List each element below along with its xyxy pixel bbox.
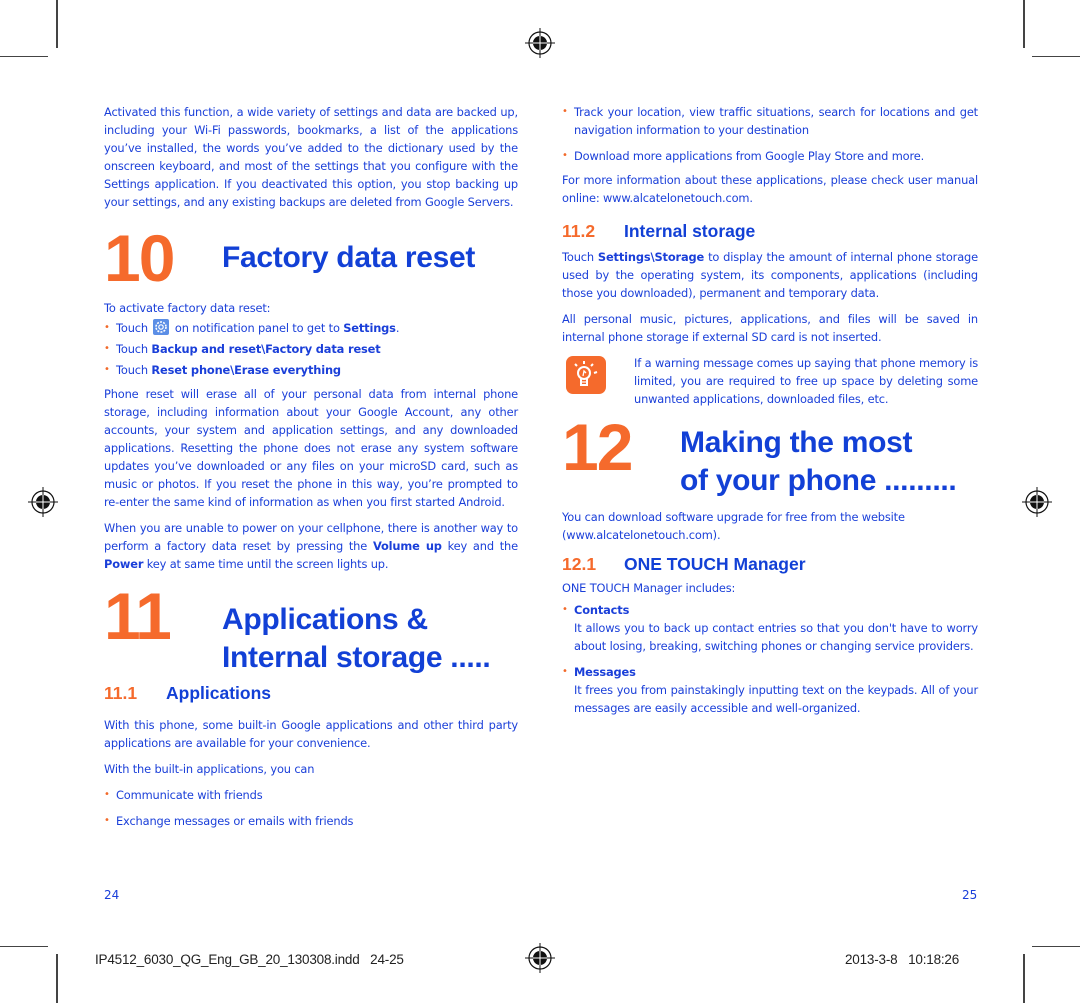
registration-mark-icon: [1022, 487, 1052, 517]
registration-mark-icon: [28, 487, 58, 517]
chapter-number: 11: [104, 579, 172, 653]
left-page: Activated this function, a wide variety …: [104, 103, 518, 834]
hard-reset-paragraph: When you are unable to power on your cel…: [104, 521, 518, 571]
feature-title: Contacts: [562, 601, 978, 619]
intro-paragraph: Activated this function, a wide variety …: [104, 105, 518, 209]
crop-mark: [1023, 954, 1025, 1003]
chapter-number: 10: [104, 221, 175, 295]
factory-reset-lead: To activate factory data reset:: [104, 301, 271, 315]
right-page: Track your location, view traffic situat…: [562, 103, 978, 725]
section-11-2-heading: 11.2 Internal storage: [562, 221, 756, 241]
step-item: Touch Reset phone\Erase everything: [104, 361, 518, 379]
upgrade-paragraph: You can download software upgrade for fr…: [562, 510, 905, 542]
tip-box: If a warning message comes up saying tha…: [562, 354, 978, 408]
more-info-paragraph: For more information about these applica…: [562, 173, 978, 205]
manager-lead: ONE TOUCH Manager includes:: [562, 581, 736, 595]
reset-paragraph: Phone reset will erase all of your perso…: [104, 387, 518, 509]
page-number-left: 24: [104, 888, 120, 902]
registration-mark-icon: [525, 943, 555, 973]
settings-gear-icon: [153, 319, 170, 335]
list-item: Track your location, view traffic situat…: [562, 103, 978, 139]
builtin-apps-lead: With the built-in applications, you can: [104, 762, 315, 776]
slug-filename: IP4512_6030_QG_Eng_GB_20_130308.indd 24-…: [95, 952, 404, 967]
chapter-number: 12: [562, 410, 633, 484]
crop-mark: [1032, 56, 1080, 57]
step-item: Touch on notification panel to get to Se…: [104, 319, 518, 337]
list-item: Download more applications from Google P…: [562, 147, 978, 165]
lightbulb-tip-icon: [566, 356, 606, 394]
crop-mark: [1023, 0, 1025, 48]
registration-mark-icon: [525, 28, 555, 58]
applications-paragraph: With this phone, some built-in Google ap…: [104, 718, 518, 750]
chapter-title-line2: of your phone .........: [680, 464, 957, 497]
slug-timestamp: 2013-3-8 10:18:26: [845, 952, 960, 967]
list-item: Communicate with friends: [104, 786, 518, 804]
chapter-title-line2: Internal storage .....: [222, 641, 491, 674]
chapter-11-heading: 11 Applications & Internal storage .....: [104, 581, 518, 681]
step-item: Touch Backup and reset\Factory data rese…: [104, 340, 518, 358]
chapter-12-heading: 12 Making the most of your phone .......…: [562, 410, 978, 510]
storage-paragraph-2: All personal music, pictures, applicatio…: [562, 312, 978, 344]
crop-mark: [56, 0, 58, 48]
section-12-1-heading: 12.1 ONE TOUCH Manager: [562, 554, 806, 574]
storage-paragraph: Touch Settings\Storage to display the am…: [562, 250, 978, 300]
chapter-title-line1: Applications &: [222, 603, 428, 636]
tip-text: If a warning message comes up saying tha…: [634, 356, 978, 406]
chapter-10-heading: 10 Factory data reset: [104, 225, 518, 291]
chapter-title: Factory data reset: [222, 241, 476, 274]
page-number-right: 25: [962, 888, 978, 902]
section-11-1-heading: 11.1 Applications: [104, 683, 272, 703]
feature-description: It allows you to back up contact entries…: [574, 621, 978, 653]
crop-mark: [0, 946, 48, 947]
feature-title: Messages: [562, 663, 978, 681]
chapter-title-line1: Making the most: [680, 426, 913, 459]
list-item: Exchange messages or emails with friends: [104, 812, 518, 830]
feature-description: It frees you from painstakingly inputtin…: [574, 683, 978, 715]
crop-mark: [1032, 946, 1080, 947]
crop-mark: [0, 56, 48, 57]
crop-mark: [56, 954, 58, 1003]
